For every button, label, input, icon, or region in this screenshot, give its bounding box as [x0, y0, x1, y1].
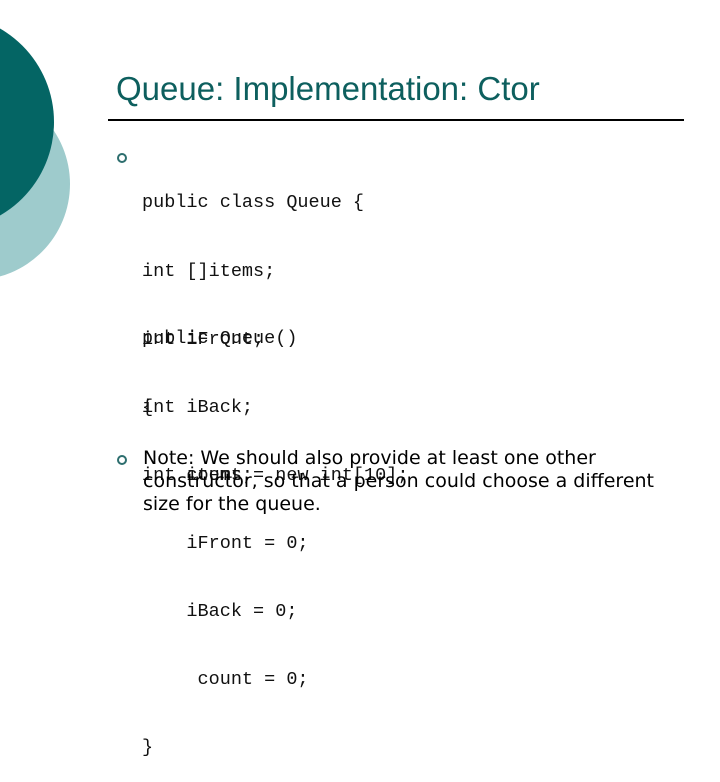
constructor-code: public Queue() { items = new int[10]; iF… — [142, 283, 408, 782]
slide-title: Queue: Implementation: Ctor — [116, 70, 540, 107]
note-text: Note: We should also provide at least on… — [143, 447, 654, 515]
code-line: int []items; — [142, 260, 276, 282]
code-line: { — [142, 396, 154, 418]
code-line: public Queue() — [142, 328, 298, 350]
bullet-icon — [117, 153, 127, 163]
code-line: public class Queue { — [142, 192, 365, 214]
title-divider — [108, 119, 684, 121]
code-line: iFront = 0; — [142, 532, 309, 554]
code-line: count = 0; — [142, 668, 309, 690]
bullet-icon — [117, 455, 127, 465]
code-line: iBack = 0; — [142, 600, 298, 622]
code-line: } — [142, 737, 154, 759]
